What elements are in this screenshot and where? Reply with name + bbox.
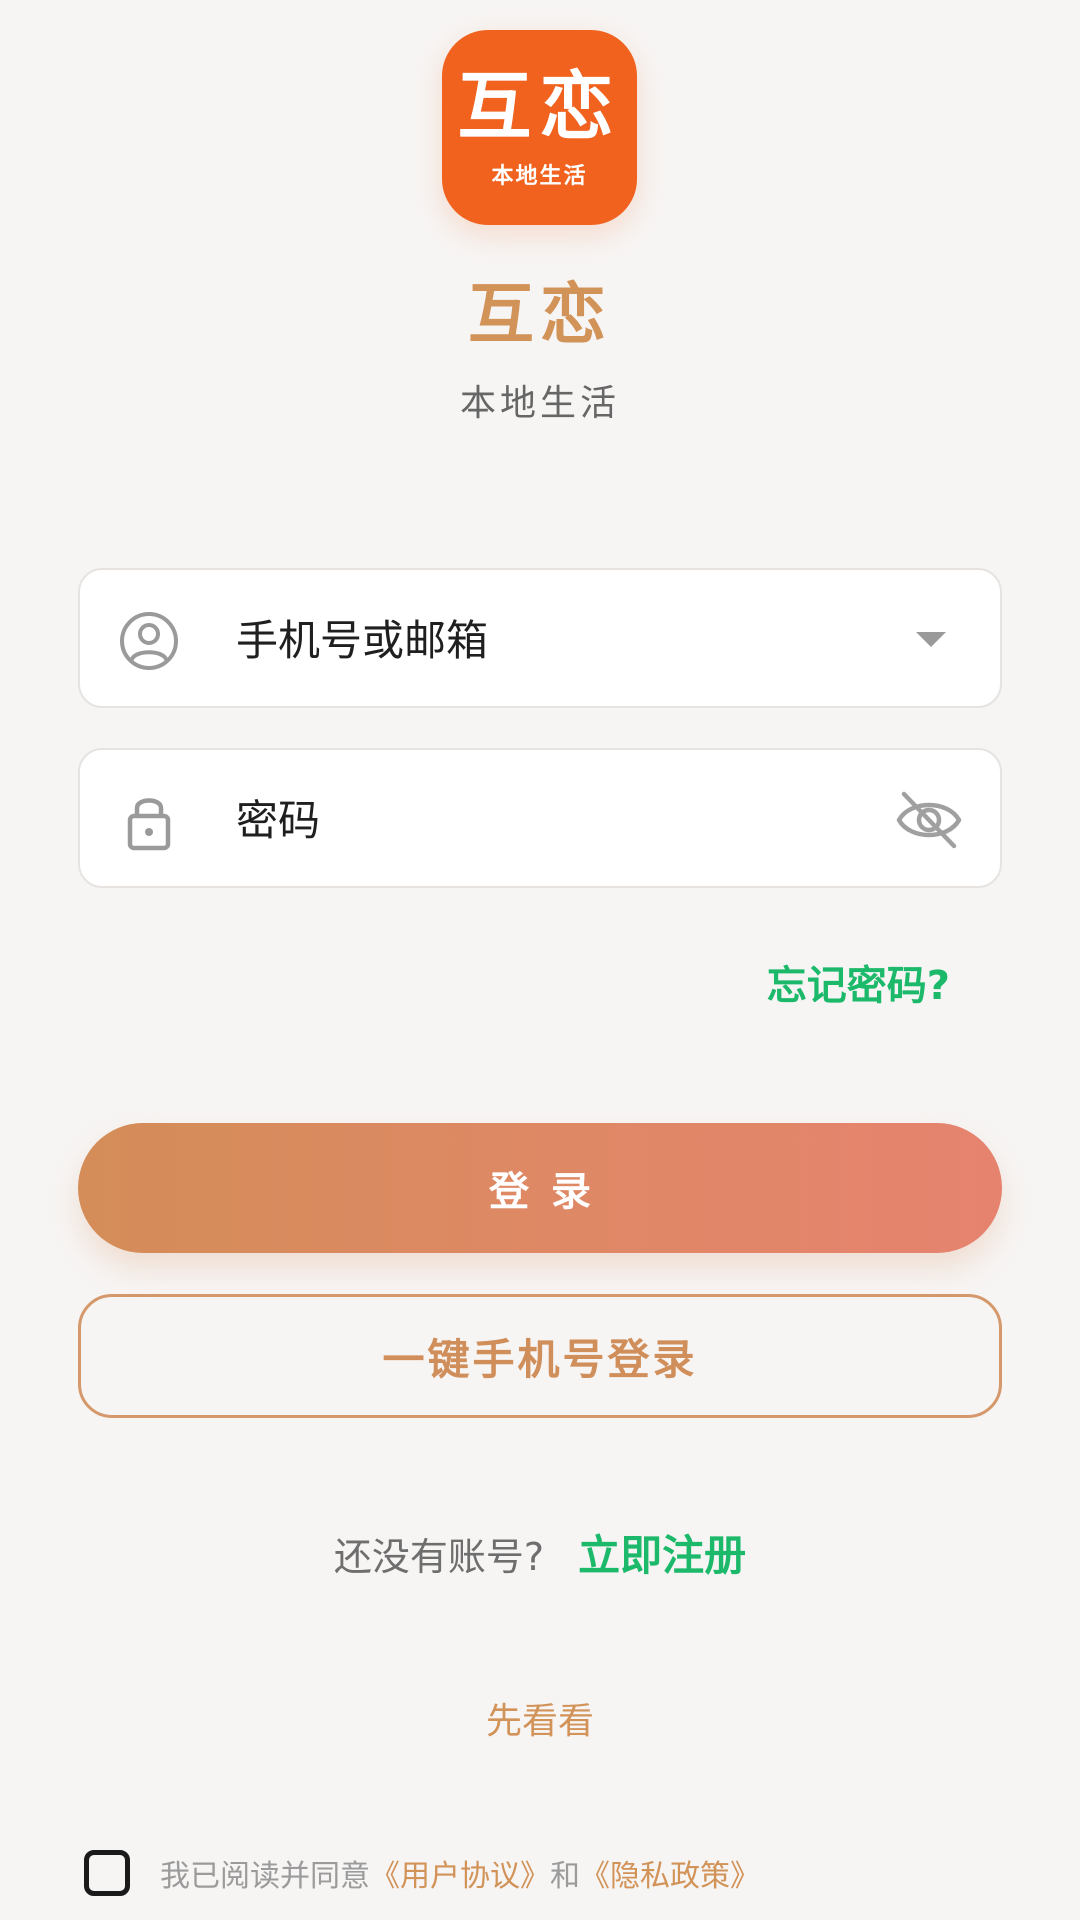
onekey-phone-login-button[interactable]: 一键手机号登录	[78, 1294, 1002, 1418]
privacy-policy-link[interactable]: 《隐私政策》	[580, 1859, 760, 1894]
account-field[interactable]	[78, 568, 1002, 708]
agreement-row: 我已阅读并同意《用户协议》和《隐私政策》	[84, 1846, 760, 1900]
user-circle-icon	[120, 612, 178, 670]
register-question: 还没有账号?	[333, 1535, 545, 1579]
logo-sub-text: 本地生活	[491, 163, 588, 189]
password-input[interactable]	[236, 780, 836, 860]
app-subtitle: 本地生活	[459, 383, 620, 424]
register-link[interactable]: 立即注册	[578, 1531, 746, 1580]
register-row: 还没有账号? 立即注册	[0, 1531, 1080, 1582]
logo-main-text: 互恋	[457, 63, 622, 150]
app-logo: 互恋 本地生活	[442, 30, 637, 225]
agreement-conjunction: 和	[550, 1859, 580, 1894]
agreement-text: 我已阅读并同意《用户协议》和《隐私政策》	[160, 1851, 760, 1895]
user-agreement-link[interactable]: 《用户协议》	[370, 1859, 550, 1894]
browse-first-link[interactable]: 先看看	[0, 1697, 1080, 1747]
agreement-checkbox[interactable]	[84, 1850, 130, 1896]
app-title: 互恋	[468, 276, 612, 353]
eye-off-icon[interactable]	[894, 786, 964, 854]
lock-icon	[127, 798, 171, 851]
agreement-prefix: 我已阅读并同意	[160, 1859, 370, 1894]
login-button[interactable]: 登录	[78, 1123, 1002, 1253]
account-input[interactable]	[236, 600, 836, 680]
password-field[interactable]	[78, 748, 1002, 888]
forgot-password-link[interactable]: 忘记密码?	[700, 966, 950, 1006]
caret-down-icon[interactable]	[916, 632, 946, 647]
